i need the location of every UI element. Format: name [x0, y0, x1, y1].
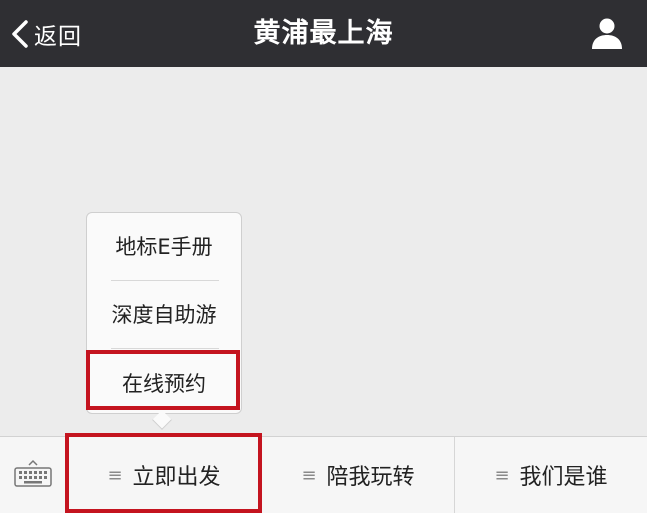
- submenu-item-landmark-handbook[interactable]: 地标E手册: [87, 231, 241, 261]
- submenu-divider: [111, 280, 219, 281]
- menu-item-depart-now[interactable]: ≡ 立即出发: [67, 437, 261, 513]
- submenu-popup: 地标E手册 深度自助游 在线预约: [86, 212, 242, 414]
- menu-item-label: 陪我玩转: [326, 465, 415, 490]
- submenu-item-online-booking[interactable]: 在线预约: [87, 368, 241, 398]
- keyboard-toggle-button[interactable]: [0, 437, 66, 513]
- menu-item-who-we-are[interactable]: ≡ 我们是谁: [455, 437, 647, 513]
- menu-lines-icon: ≡: [107, 464, 123, 486]
- menu-item-accompany-me[interactable]: ≡ 陪我玩转: [262, 437, 454, 513]
- menu-item-label: 我们是谁: [519, 465, 608, 490]
- menu-lines-icon: ≡: [494, 464, 510, 486]
- submenu-item-self-guided-tour[interactable]: 深度自助游: [87, 299, 241, 329]
- top-navbar: 返回 黄浦最上海: [0, 0, 647, 67]
- menu-lines-icon: ≡: [301, 464, 317, 486]
- page-title: 黄浦最上海: [253, 18, 394, 49]
- menu-item-label: 立即出发: [132, 465, 221, 490]
- profile-button[interactable]: [589, 15, 625, 51]
- person-icon: [589, 18, 625, 55]
- submenu-divider: [111, 348, 219, 349]
- keyboard-icon: [13, 459, 53, 491]
- bottom-menu-bar: ≡ 立即出发 ≡ 陪我玩转 ≡ 我们是谁: [0, 436, 647, 513]
